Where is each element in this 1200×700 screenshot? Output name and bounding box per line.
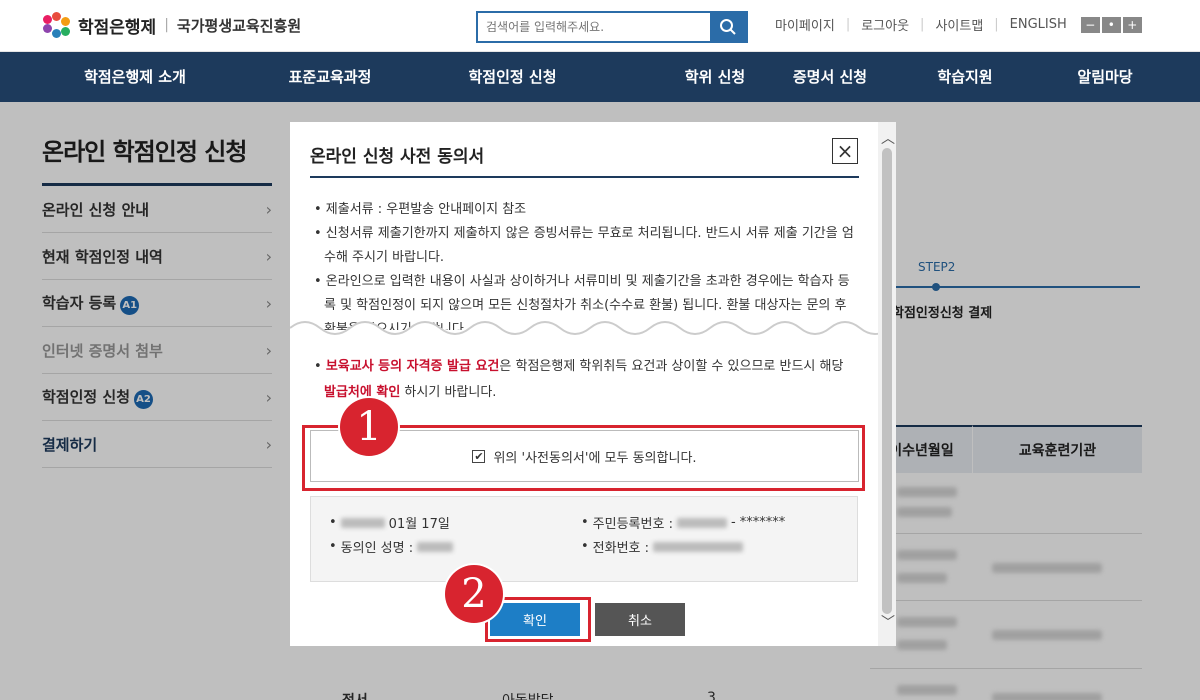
zoom-out-button[interactable]: − [1080, 16, 1100, 33]
nav-item-learning[interactable]: 학습지원 [895, 52, 1035, 102]
qualification-notice: • 보육교사 등의 자격증 발급 요건은 학점은행제 학위취득 요건과 상이할 … [314, 359, 844, 400]
search-button[interactable] [710, 13, 746, 41]
modal-title: 온라인 신청 사전 동의서 [310, 147, 485, 167]
info-date: • 01월 17일 [329, 515, 450, 532]
sitemap-link[interactable]: 사이트맵 [935, 15, 983, 34]
scroll-break-wave [290, 321, 878, 346]
terms-text: • 제출서류 : 우편발송 안내페이지 참조 • 신청서류 제출기한까지 제출하… [310, 198, 859, 330]
nav-item-curriculum[interactable]: 표준교육과정 [270, 52, 390, 102]
scroll-thumb [882, 148, 892, 614]
utility-links: 마이페이지 | 로그아웃 | 사이트맵 | ENGLISH − • + [775, 15, 1142, 34]
nav-item-notice[interactable]: 알림마당 [1035, 52, 1175, 102]
modal-scrollbar[interactable]: ︿ ﹀ [878, 122, 896, 646]
cancel-button[interactable]: 취소 [595, 603, 685, 636]
close-icon: × [836, 139, 854, 163]
scroll-down-icon: ﹀ [881, 615, 895, 631]
logout-link[interactable]: 로그아웃 [861, 15, 909, 34]
site-logo[interactable]: 학점은행제 | 국가평생교육진흥원 [42, 12, 301, 38]
close-button[interactable]: × [832, 138, 858, 164]
search-icon [720, 19, 736, 35]
logo-subtitle: 국가평생교육진흥원 [176, 16, 302, 35]
annotation-step-1: 1 [340, 398, 398, 456]
terms-item: • 제출서류 : 우편발송 안내페이지 참조 [314, 202, 527, 217]
search-bar [476, 11, 748, 43]
nav-item-credit[interactable]: 학점인정 신청 [390, 52, 635, 102]
top-header: 학점은행제 | 국가평생교육진흥원 마이페이지 | 로그아웃 | 사이트맵 | … [0, 0, 1200, 52]
main-nav: 학점은행제 소개 표준교육과정 학점인정 신청 학위 신청 증명서 신청 학습지… [0, 52, 1200, 102]
applicant-info: • 01월 17일 • 주민등록번호 :- ******* • 동의인 성명 :… [310, 496, 858, 582]
logo-icon [42, 12, 72, 38]
mypage-link[interactable]: 마이페이지 [775, 15, 835, 34]
english-link[interactable]: ENGLISH [1010, 17, 1067, 32]
info-resident-number: • 주민등록번호 :- ******* [581, 515, 786, 532]
logo-text: 학점은행제 [78, 17, 157, 38]
nav-item-intro[interactable]: 학점은행제 소개 [0, 52, 270, 102]
info-name: • 동의인 성명 : [329, 537, 454, 556]
zoom-reset-button[interactable]: • [1101, 16, 1121, 33]
scroll-up-icon: ︿ [881, 131, 895, 147]
nav-item-degree[interactable]: 학위 신청 [665, 52, 765, 102]
consent-modal: 온라인 신청 사전 동의서 × • 제출서류 : 우편발송 안내페이지 참조 •… [290, 122, 896, 646]
nav-item-certificate[interactable]: 증명서 신청 [765, 52, 895, 102]
terms-item: • 신청서류 제출기한까지 제출하지 않은 증빙서류는 무효로 처리됩니다. 반… [314, 226, 854, 265]
info-phone: • 전화번호 : [581, 537, 744, 556]
zoom-controls: − • + [1080, 16, 1142, 33]
annotation-step-2: 2 [445, 565, 503, 623]
search-input[interactable] [478, 13, 710, 41]
zoom-in-button[interactable]: + [1122, 16, 1142, 33]
